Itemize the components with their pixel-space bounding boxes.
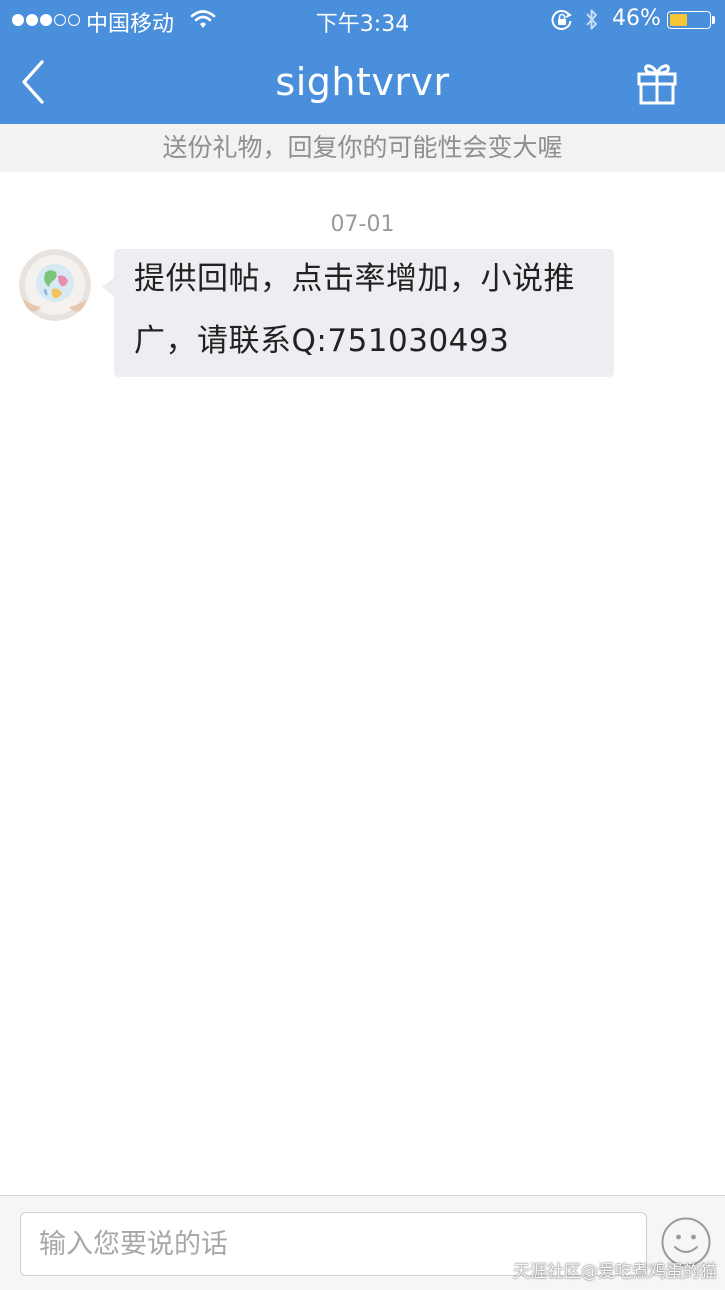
- message-bubble-tail: [102, 278, 114, 296]
- battery-level-fill: [670, 14, 688, 26]
- rotation-lock-icon: [551, 9, 573, 37]
- globe-avatar-image: [19, 249, 91, 321]
- message-date: 07-01: [330, 212, 395, 237]
- gift-icon: [637, 64, 677, 105]
- message-text: 提供回帖，点击率增加，小说推广，请联系Q:751030493: [134, 261, 575, 359]
- battery-terminal: [712, 16, 715, 24]
- bluetooth-icon: [584, 7, 600, 39]
- send-gift-button[interactable]: [632, 56, 682, 108]
- avatar[interactable]: [19, 249, 91, 321]
- status-bar: 中国移动 下午3:34 46%: [0, 0, 725, 40]
- battery-icon: [667, 11, 711, 29]
- gift-hint-banner: 送份礼物，回复你的可能性会变大喔: [0, 124, 725, 172]
- battery-percentage: 46%: [612, 6, 661, 31]
- conversation-title: sightvrvr: [275, 60, 450, 104]
- watermark: 天涯社区@爱吃煮鸡蛋的猫: [513, 1262, 717, 1282]
- navigation-header: 中国移动 下午3:34 46% sightvrvr: [0, 0, 725, 124]
- message-bubble[interactable]: 提供回帖，点击率增加，小说推广，请联系Q:751030493: [114, 249, 614, 377]
